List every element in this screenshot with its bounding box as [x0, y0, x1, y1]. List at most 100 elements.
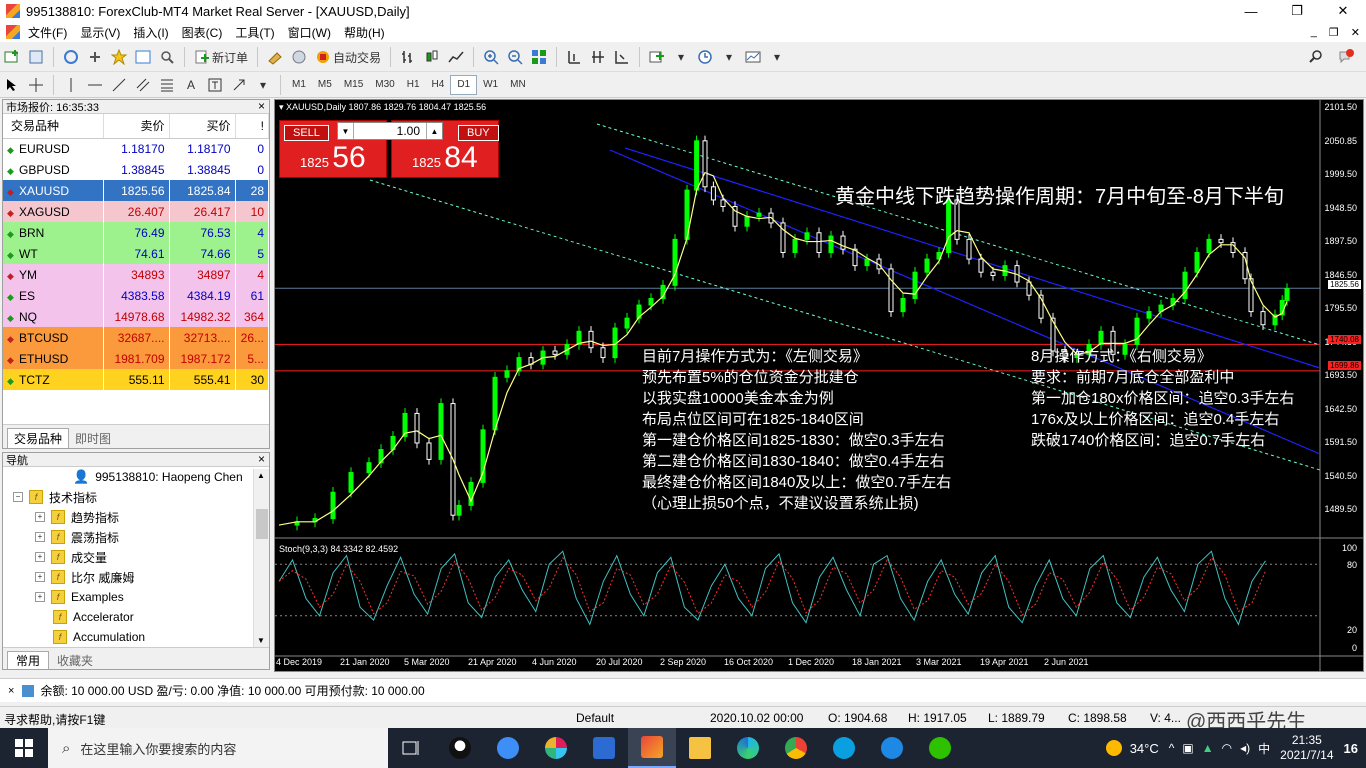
expand-icon[interactable]: +: [35, 512, 45, 522]
symbol-cell[interactable]: ◆ ETHUSD: [3, 348, 104, 369]
crosshair-icon[interactable]: [25, 74, 47, 96]
symbol-cell[interactable]: ◆ YM: [3, 264, 104, 285]
wechat-icon[interactable]: [916, 728, 964, 768]
timeframe-m1[interactable]: M1: [286, 75, 312, 95]
volume-icon[interactable]: ◂): [1240, 741, 1250, 755]
slack-icon[interactable]: [532, 728, 580, 768]
symbol-cell[interactable]: ◆ EURUSD: [3, 138, 104, 159]
mdi-restore-button[interactable]: ❐: [1329, 26, 1339, 39]
search-icon[interactable]: [1305, 46, 1327, 68]
expand-icon[interactable]: +: [35, 592, 45, 602]
new-chart-icon[interactable]: [1, 46, 23, 68]
close-icon[interactable]: ×: [258, 99, 265, 113]
terminal-close-icon[interactable]: ×: [8, 685, 14, 697]
navigator-item[interactable]: f Accelerator: [3, 607, 269, 627]
edge-icon[interactable]: [724, 728, 772, 768]
volume-dropdown-icon[interactable]: ▼: [338, 123, 354, 139]
menu-window[interactable]: 窗口(W): [284, 24, 340, 41]
new-order-button[interactable]: 新订单: [191, 46, 251, 68]
phone-app-icon[interactable]: [868, 728, 916, 768]
text-icon[interactable]: A: [180, 74, 202, 96]
market-watch-row[interactable]: ◆ NQ 14978.68 14982.32 364: [3, 306, 269, 327]
symbol-cell[interactable]: ◆ XAGUSD: [3, 201, 104, 222]
menu-file[interactable]: 文件(F): [24, 24, 76, 41]
tile-windows-icon[interactable]: [528, 46, 550, 68]
timeframe-h1[interactable]: H1: [401, 75, 426, 95]
navigator-item[interactable]: + f 比尔 威廉姆: [3, 567, 269, 587]
symbol-cell[interactable]: ◆ WT: [3, 243, 104, 264]
scroll-up-icon[interactable]: ▲: [257, 471, 265, 480]
expand-icon[interactable]: +: [35, 572, 45, 582]
restore-button[interactable]: ❐: [1274, 0, 1320, 22]
close-button[interactable]: ✕: [1320, 0, 1366, 22]
menu-help[interactable]: 帮助(H): [340, 24, 394, 41]
navigator-icon[interactable]: [108, 46, 130, 68]
notification-badge[interactable]: 16: [1344, 741, 1358, 756]
period-separator-icon[interactable]: [611, 46, 633, 68]
market-watch-row[interactable]: ◆ EURUSD 1.18170 1.18170 0: [3, 138, 269, 159]
navigator-item[interactable]: + f 震荡指标: [3, 527, 269, 547]
navigator-scrollbar[interactable]: ▲ ▼: [253, 469, 269, 647]
timeframe-m15[interactable]: M15: [338, 75, 369, 95]
chevron-up-icon[interactable]: ^: [1169, 741, 1175, 755]
temperature[interactable]: 34°C: [1130, 741, 1159, 756]
volume-field[interactable]: ▼ 1.00 ▲: [337, 122, 443, 140]
trendline-icon[interactable]: [108, 74, 130, 96]
candlestick-icon[interactable]: [421, 46, 443, 68]
column-bid[interactable]: 卖价: [103, 114, 170, 139]
navigator-item[interactable]: + f 趋势指标: [3, 507, 269, 527]
tab-common[interactable]: 常用: [7, 651, 50, 669]
mdi-minimize-button[interactable]: _: [1311, 26, 1317, 39]
document-icon[interactable]: [6, 25, 20, 39]
indicators-icon[interactable]: [646, 46, 668, 68]
profiles-icon[interactable]: [25, 46, 47, 68]
mdi-close-button[interactable]: ✕: [1351, 26, 1360, 39]
tray-app-icon[interactable]: ▣: [1182, 741, 1193, 755]
app-a-icon[interactable]: [580, 728, 628, 768]
templates-icon[interactable]: [742, 46, 764, 68]
tab-favorites[interactable]: 收藏夹: [49, 651, 101, 669]
timeframe-m30[interactable]: M30: [369, 75, 400, 95]
notification-icon[interactable]: [1335, 46, 1357, 68]
column-symbol[interactable]: 交易品种: [3, 114, 104, 139]
cursor-icon[interactable]: [1, 74, 23, 96]
symbol-cell[interactable]: ◆ BTCUSD: [3, 327, 104, 348]
mt4-taskbar-icon[interactable]: [628, 728, 676, 768]
market-watch-row[interactable]: ◆ ETHUSD 1981.709 1987.172 5...: [3, 348, 269, 369]
market-watch-row[interactable]: ◆ WT 74.61 74.66 5: [3, 243, 269, 264]
timeframe-w1[interactable]: W1: [477, 75, 504, 95]
timeframe-d1[interactable]: D1: [450, 74, 478, 95]
terminal-icon[interactable]: [132, 46, 154, 68]
dropdown-arrow-icon-4[interactable]: ▾: [252, 74, 274, 96]
market-watch-row[interactable]: ◆ ES 4383.58 4384.19 61: [3, 285, 269, 306]
timeframe-m5[interactable]: M5: [312, 75, 338, 95]
data-window-icon[interactable]: [84, 46, 106, 68]
volume-up-icon[interactable]: ▲: [426, 123, 442, 139]
zoom-in-icon[interactable]: [480, 46, 502, 68]
column-ask[interactable]: 买价: [169, 114, 236, 139]
symbol-cell[interactable]: ◆ XAUUSD: [3, 180, 104, 201]
market-watch-row[interactable]: ◆ BRN 76.49 76.53 4: [3, 222, 269, 243]
dropdown-arrow-icon-3[interactable]: ▾: [766, 46, 788, 68]
taskbar-search-box[interactable]: ⌕ 在这里输入你要搜索的内容: [48, 728, 388, 768]
horizontal-line-icon[interactable]: [84, 74, 106, 96]
symbol-cell[interactable]: ◆ BRN: [3, 222, 104, 243]
fibonacci-icon[interactable]: [156, 74, 178, 96]
chart-shift-icon[interactable]: [563, 46, 585, 68]
symbol-cell[interactable]: ◆ NQ: [3, 306, 104, 327]
chrome-icon[interactable]: [772, 728, 820, 768]
scroll-thumb[interactable]: [256, 509, 268, 539]
symbol-cell[interactable]: ◆ ES: [3, 285, 104, 306]
task-view-icon[interactable]: [388, 728, 436, 768]
navigator-item[interactable]: f Accumulation: [3, 627, 269, 647]
wifi-icon[interactable]: ◠: [1222, 741, 1232, 755]
timeframe-h4[interactable]: H4: [426, 75, 451, 95]
menu-tools[interactable]: 工具(T): [231, 24, 283, 41]
signals-icon[interactable]: [288, 46, 310, 68]
navigator-item[interactable]: + f Examples: [3, 587, 269, 607]
volume-value[interactable]: 1.00: [354, 124, 426, 138]
autoscroll-icon[interactable]: [587, 46, 609, 68]
market-watch-row[interactable]: ◆ XAGUSD 26.407 26.417 10: [3, 201, 269, 222]
market-watch-row[interactable]: ◆ GBPUSD 1.38845 1.38845 0: [3, 159, 269, 180]
column-spread[interactable]: !: [235, 114, 269, 139]
